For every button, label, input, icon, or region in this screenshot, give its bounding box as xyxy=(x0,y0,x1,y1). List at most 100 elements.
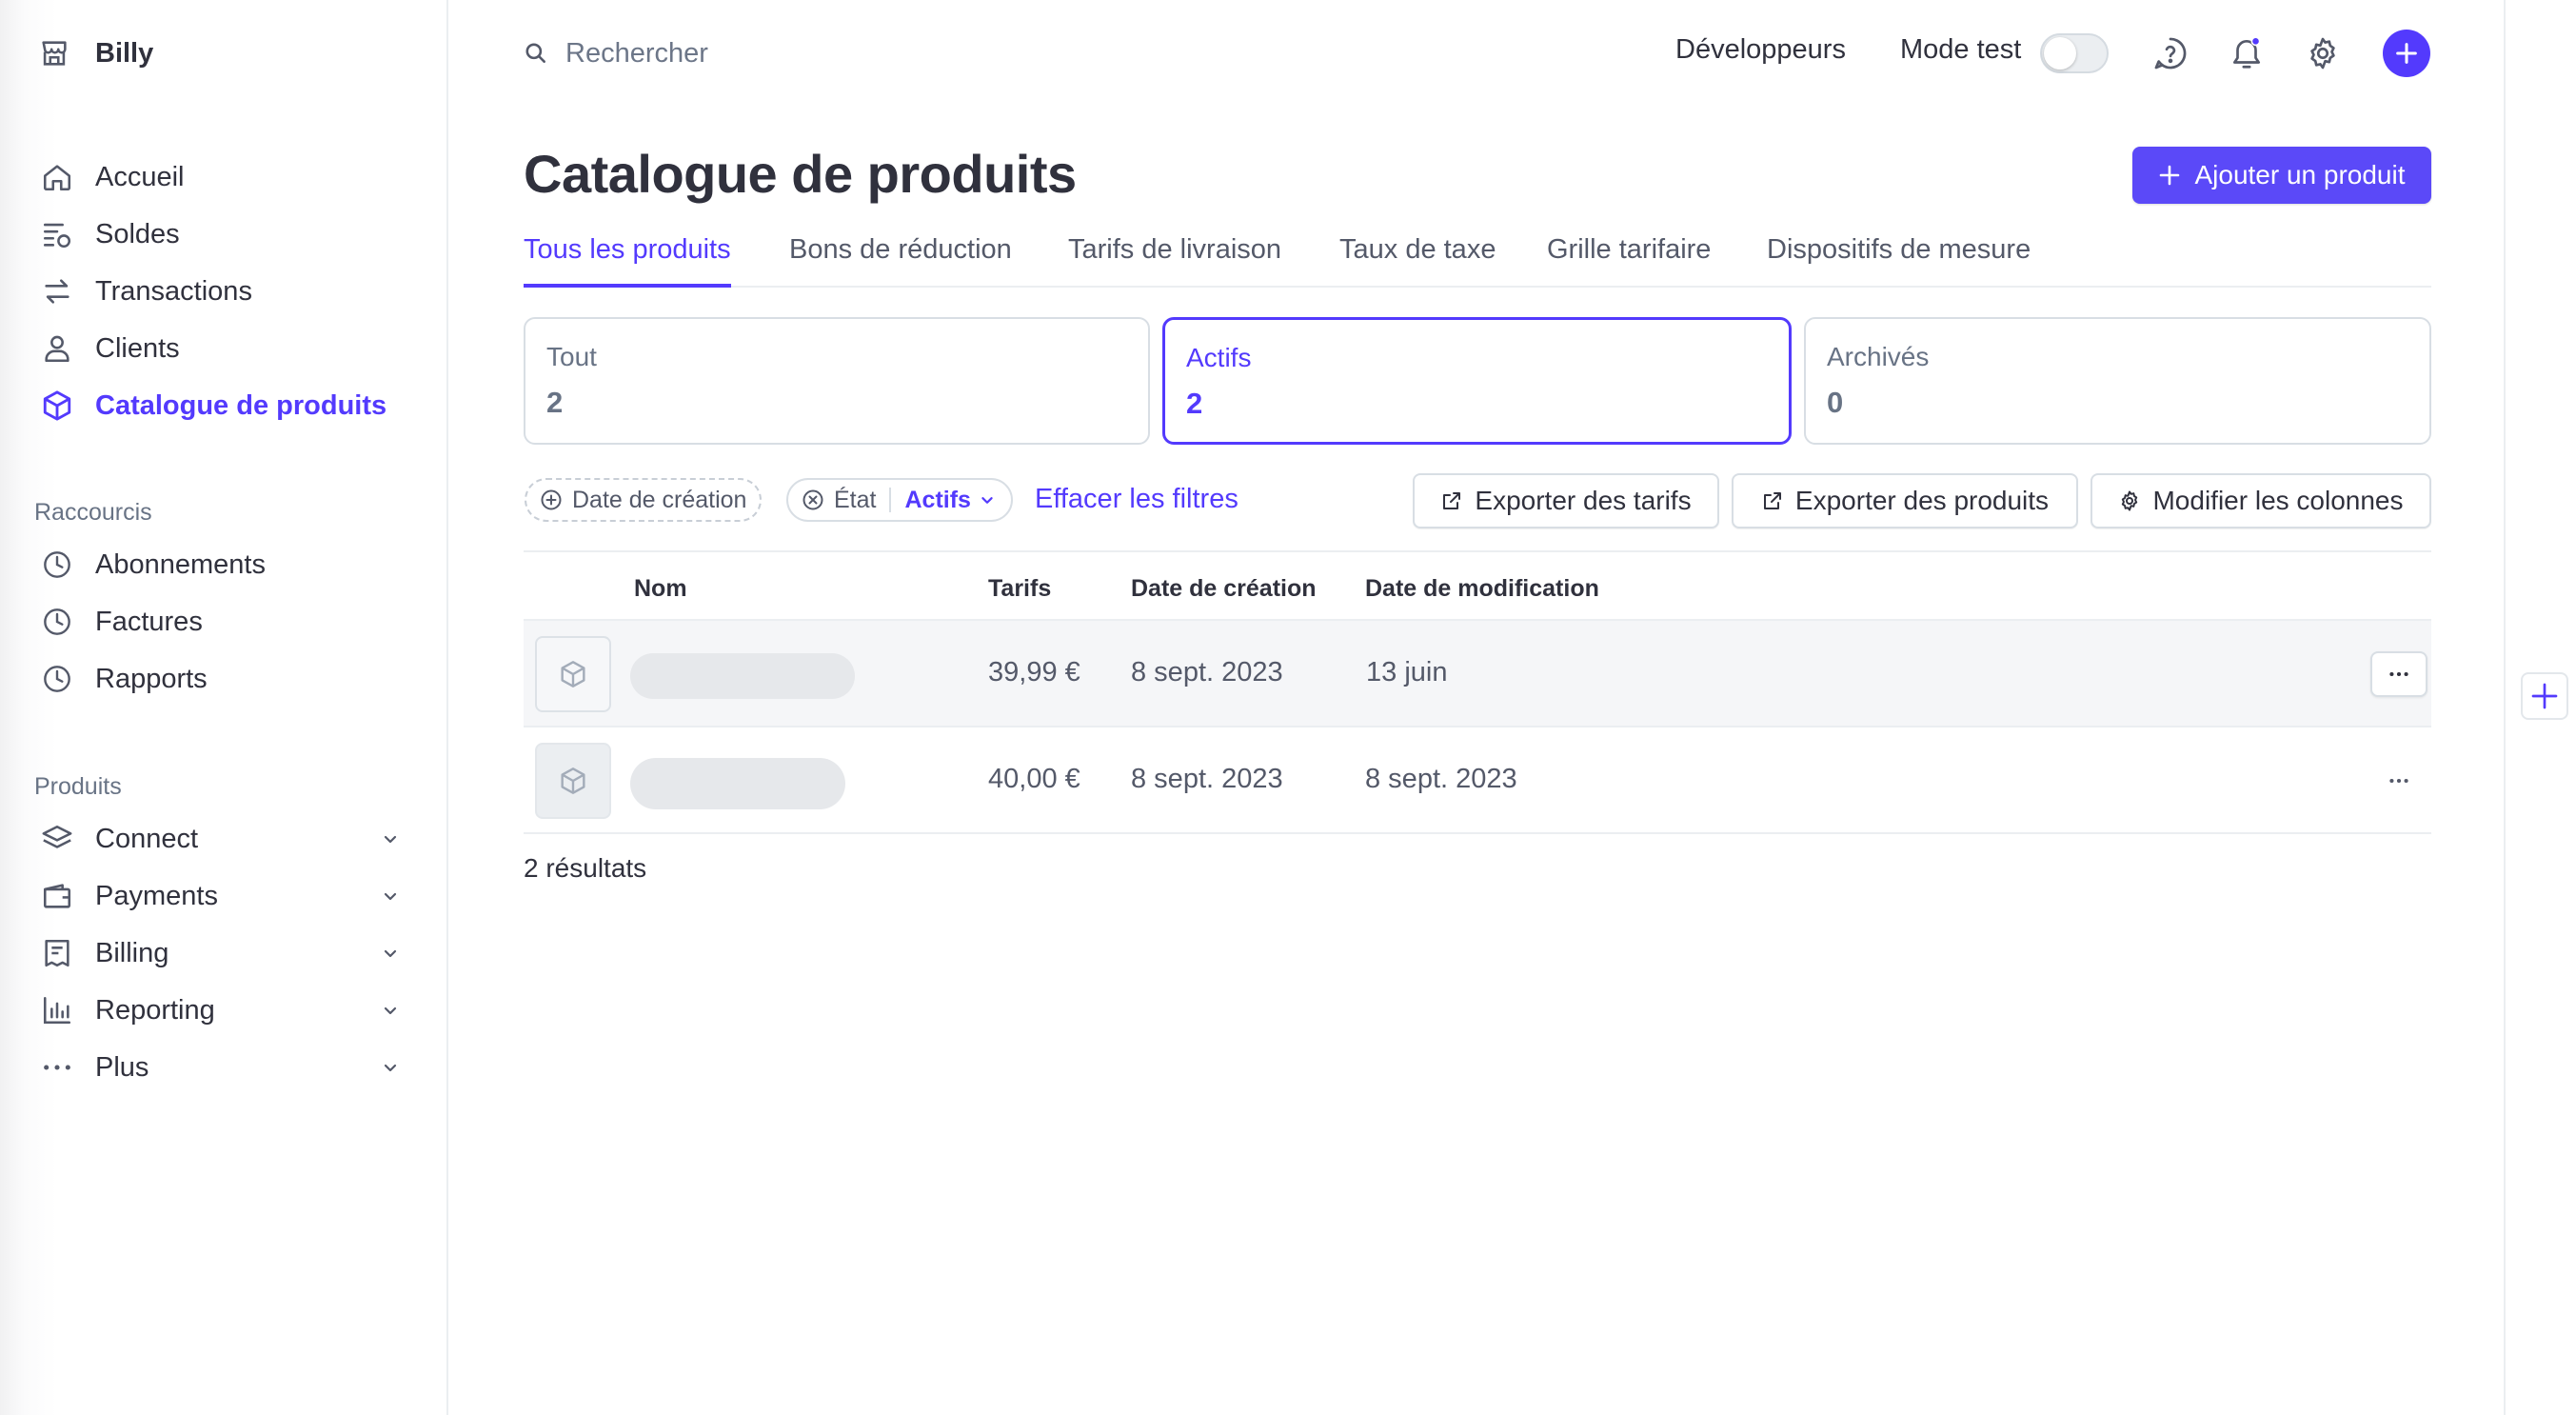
person-icon xyxy=(38,329,76,368)
store-icon xyxy=(38,37,70,70)
filter-card-all[interactable]: Tout 2 xyxy=(524,317,1150,445)
filter-card-label: Archivés xyxy=(1827,342,1930,371)
sidebar-item-label: Accueil xyxy=(95,161,185,192)
gear-icon xyxy=(2118,489,2141,512)
table-row[interactable]: 40,00 € 8 sept. 2023 8 sept. 2023 xyxy=(524,726,2431,832)
column-header-updated[interactable]: Date de modification xyxy=(1365,575,1599,603)
price-cell: 39,99 € xyxy=(988,657,1080,688)
chevron-down-icon xyxy=(379,999,402,1022)
results-count: 2 résultats xyxy=(524,853,647,883)
balance-icon xyxy=(38,215,76,253)
column-header-name[interactable]: Nom xyxy=(634,575,687,603)
plus-circle-icon xyxy=(540,488,563,511)
clear-filters-link[interactable]: Effacer les filtres xyxy=(1035,484,1238,515)
filter-card-label: Tout xyxy=(546,342,597,371)
filter-card-label: Actifs xyxy=(1186,343,1252,372)
home-icon xyxy=(38,158,76,196)
row-actions-button[interactable] xyxy=(2370,651,2427,697)
sidebar-item-label: Factures xyxy=(95,606,203,637)
settings-gear-icon[interactable] xyxy=(2304,34,2342,72)
chevron-down-icon xyxy=(379,942,402,965)
wallet-icon xyxy=(38,877,76,915)
row-actions-button[interactable] xyxy=(2370,758,2427,804)
table-header: Nom Tarifs Date de création Date de modi… xyxy=(524,550,2431,619)
plus-icon xyxy=(2158,164,2181,187)
layers-icon xyxy=(38,820,76,858)
filter-card-count: 2 xyxy=(1186,387,1203,420)
sidebar-item-billing[interactable]: Billing xyxy=(38,928,419,978)
tab-all-products[interactable]: Tous les produits xyxy=(524,234,731,288)
sidebar-item-transactions[interactable]: Transactions xyxy=(38,267,419,316)
table-divider xyxy=(524,832,2431,834)
sidebar-item-clients[interactable]: Clients xyxy=(38,324,419,373)
box-icon xyxy=(558,659,588,689)
updated-cell: 13 juin xyxy=(1366,657,1448,688)
box-icon xyxy=(38,387,76,425)
open-panel-button[interactable] xyxy=(2521,672,2568,720)
product-image-placeholder xyxy=(535,636,611,712)
arrows-icon xyxy=(38,272,76,310)
create-plus-button[interactable] xyxy=(2383,30,2430,77)
test-mode-label: Mode test xyxy=(1900,34,2022,65)
tab-coupons[interactable]: Bons de réduction xyxy=(789,234,1012,288)
filter-status[interactable]: État Actifs xyxy=(786,478,1013,522)
export-prices-button[interactable]: Exporter des tarifs xyxy=(1413,473,1719,528)
sidebar-item-label: Reporting xyxy=(95,994,215,1026)
export-prices-label: Exporter des tarifs xyxy=(1475,486,1692,515)
plus-icon xyxy=(2396,43,2417,64)
invoice-icon xyxy=(38,934,76,972)
products-table: Nom Tarifs Date de création Date de modi… xyxy=(524,550,2431,834)
notification-bell-icon[interactable] xyxy=(2228,34,2266,72)
shortcuts-label: Raccourcis xyxy=(34,499,152,526)
add-product-label: Ajouter un produit xyxy=(2194,160,2406,189)
tab-shipping-rates[interactable]: Tarifs de livraison xyxy=(1068,234,1281,288)
sidebar-item-factures[interactable]: Factures xyxy=(38,597,419,647)
column-header-prices[interactable]: Tarifs xyxy=(988,575,1051,603)
export-icon xyxy=(1761,489,1784,512)
sidebar-item-label: Connect xyxy=(95,823,199,854)
more-horizontal-icon xyxy=(2387,768,2411,793)
sidebar-item-abonnements[interactable]: Abonnements xyxy=(38,540,419,589)
sidebar-item-plus[interactable]: Plus xyxy=(38,1043,419,1092)
filter-card-count: 0 xyxy=(1827,386,1844,419)
export-products-label: Exporter des produits xyxy=(1794,486,2050,515)
export-products-button[interactable]: Exporter des produits xyxy=(1732,473,2078,528)
sidebar-item-label: Plus xyxy=(95,1051,149,1083)
filter-created-date[interactable]: Date de création xyxy=(525,478,763,522)
search-icon xyxy=(524,41,548,66)
sidebar-item-label: Payments xyxy=(95,880,218,911)
filter-card-archived[interactable]: Archivés 0 xyxy=(1804,317,2431,445)
column-header-created[interactable]: Date de création xyxy=(1131,575,1317,603)
search-input[interactable]: Rechercher xyxy=(524,32,708,74)
developers-link[interactable]: Développeurs xyxy=(1675,34,1846,66)
sidebar-item-catalogue[interactable]: Catalogue de produits xyxy=(38,381,419,430)
tab-pricing-table[interactable]: Grille tarifaire xyxy=(1547,234,1711,288)
filter-status-value: Actifs xyxy=(904,486,971,513)
plus-icon xyxy=(2529,681,2560,711)
tab-meters[interactable]: Dispositifs de mesure xyxy=(1767,234,2031,288)
filter-created-label: Date de création xyxy=(572,486,747,513)
products-label: Produits xyxy=(34,773,122,800)
product-image-placeholder xyxy=(535,743,611,819)
filter-card-active[interactable]: Actifs 2 xyxy=(1162,317,1792,445)
add-product-button[interactable]: Ajouter un produit xyxy=(2132,147,2431,204)
remove-filter-icon[interactable] xyxy=(802,488,824,511)
sidebar-item-label: Soldes xyxy=(95,218,180,249)
sidebar-item-connect[interactable]: Connect xyxy=(38,814,419,864)
sidebar-item-rapports[interactable]: Rapports xyxy=(38,654,419,704)
table-row[interactable]: 39,99 € 8 sept. 2023 13 juin xyxy=(524,619,2431,726)
test-mode-toggle[interactable] xyxy=(2040,33,2109,73)
help-icon[interactable] xyxy=(2151,34,2190,72)
sidebar-item-accueil[interactable]: Accueil xyxy=(38,152,419,202)
sidebar-item-soldes[interactable]: Soldes xyxy=(38,209,419,259)
sidebar-item-reporting[interactable]: Reporting xyxy=(38,986,419,1035)
clock-icon xyxy=(38,603,76,641)
tab-tax-rates[interactable]: Taux de taxe xyxy=(1339,234,1496,288)
page-title: Catalogue de produits xyxy=(524,144,1077,204)
account-name: Billy xyxy=(95,37,154,69)
created-cell: 8 sept. 2023 xyxy=(1131,764,1283,794)
search-placeholder: Rechercher xyxy=(565,37,708,69)
edit-columns-button[interactable]: Modifier les colonnes xyxy=(2091,473,2431,528)
sidebar-item-payments[interactable]: Payments xyxy=(38,871,419,921)
account-switcher[interactable]: Billy xyxy=(38,34,153,72)
